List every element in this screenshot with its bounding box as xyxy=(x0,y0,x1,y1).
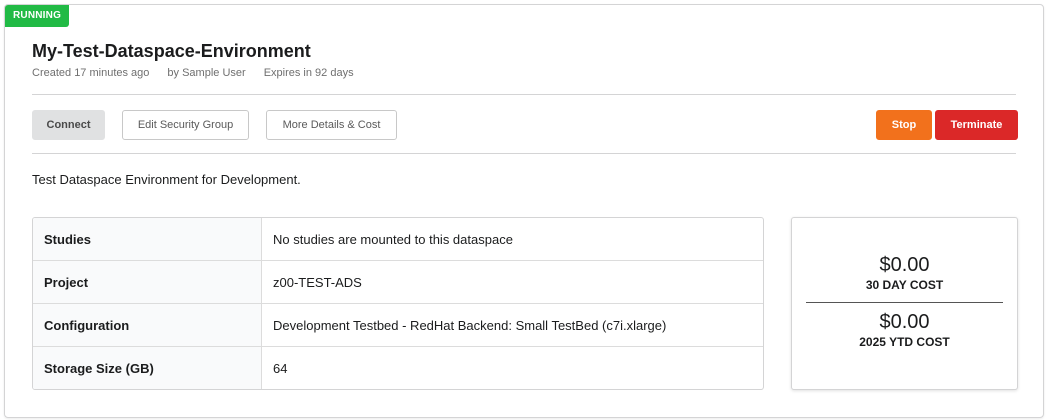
terminate-button[interactable]: Terminate xyxy=(935,110,1018,140)
cost-summary-card: $0.00 30 DAY COST $0.00 2025 YTD COST xyxy=(791,217,1018,390)
dataspace-environment-card: RUNNING My-Test-Dataspace-Environment Cr… xyxy=(4,4,1044,418)
created-time: Created 17 minutes ago xyxy=(32,67,150,79)
edit-security-group-button[interactable]: Edit Security Group xyxy=(122,110,249,140)
environment-description: Test Dataspace Environment for Developme… xyxy=(32,172,301,187)
row-label: Studies xyxy=(33,218,262,260)
top-divider xyxy=(32,94,1016,95)
table-row: Configuration Development Testbed - RedH… xyxy=(33,304,763,347)
environment-meta: Created 17 minutes ago by Sample User Ex… xyxy=(32,67,354,79)
row-label: Configuration xyxy=(33,304,262,346)
cost-divider xyxy=(806,302,1003,303)
row-label: Storage Size (GB) xyxy=(33,347,262,389)
connect-button[interactable]: Connect xyxy=(32,110,105,140)
actions-divider xyxy=(32,153,1016,154)
ytd-cost: $0.00 2025 YTD COST xyxy=(792,310,1017,350)
row-label: Project xyxy=(33,261,262,303)
more-details-cost-button[interactable]: More Details & Cost xyxy=(266,110,397,140)
row-value: z00-TEST-ADS xyxy=(273,274,362,290)
table-row: Project z00-TEST-ADS xyxy=(33,261,763,304)
thirty-day-cost-label: 30 DAY COST xyxy=(865,278,944,292)
ytd-cost-label: 2025 YTD COST xyxy=(859,335,950,349)
details-table: Studies No studies are mounted to this d… xyxy=(32,217,764,390)
owner: by Sample User xyxy=(167,67,246,79)
status-badge: RUNNING xyxy=(5,5,70,27)
expiry: Expires in 92 days xyxy=(263,67,354,79)
row-value: 64 xyxy=(273,360,288,376)
thirty-day-cost-amount: $0.00 xyxy=(879,254,930,276)
thirty-day-cost: $0.00 30 DAY COST xyxy=(792,253,1017,293)
ytd-cost-amount: $0.00 xyxy=(879,311,930,333)
table-row: Storage Size (GB) 64 xyxy=(33,347,763,389)
table-row: Studies No studies are mounted to this d… xyxy=(33,218,763,261)
stop-button[interactable]: Stop xyxy=(876,110,932,140)
row-value: Development Testbed - RedHat Backend: Sm… xyxy=(273,317,667,333)
environment-title: My-Test-Dataspace-Environment xyxy=(32,41,311,61)
row-value: No studies are mounted to this dataspace xyxy=(273,231,513,247)
